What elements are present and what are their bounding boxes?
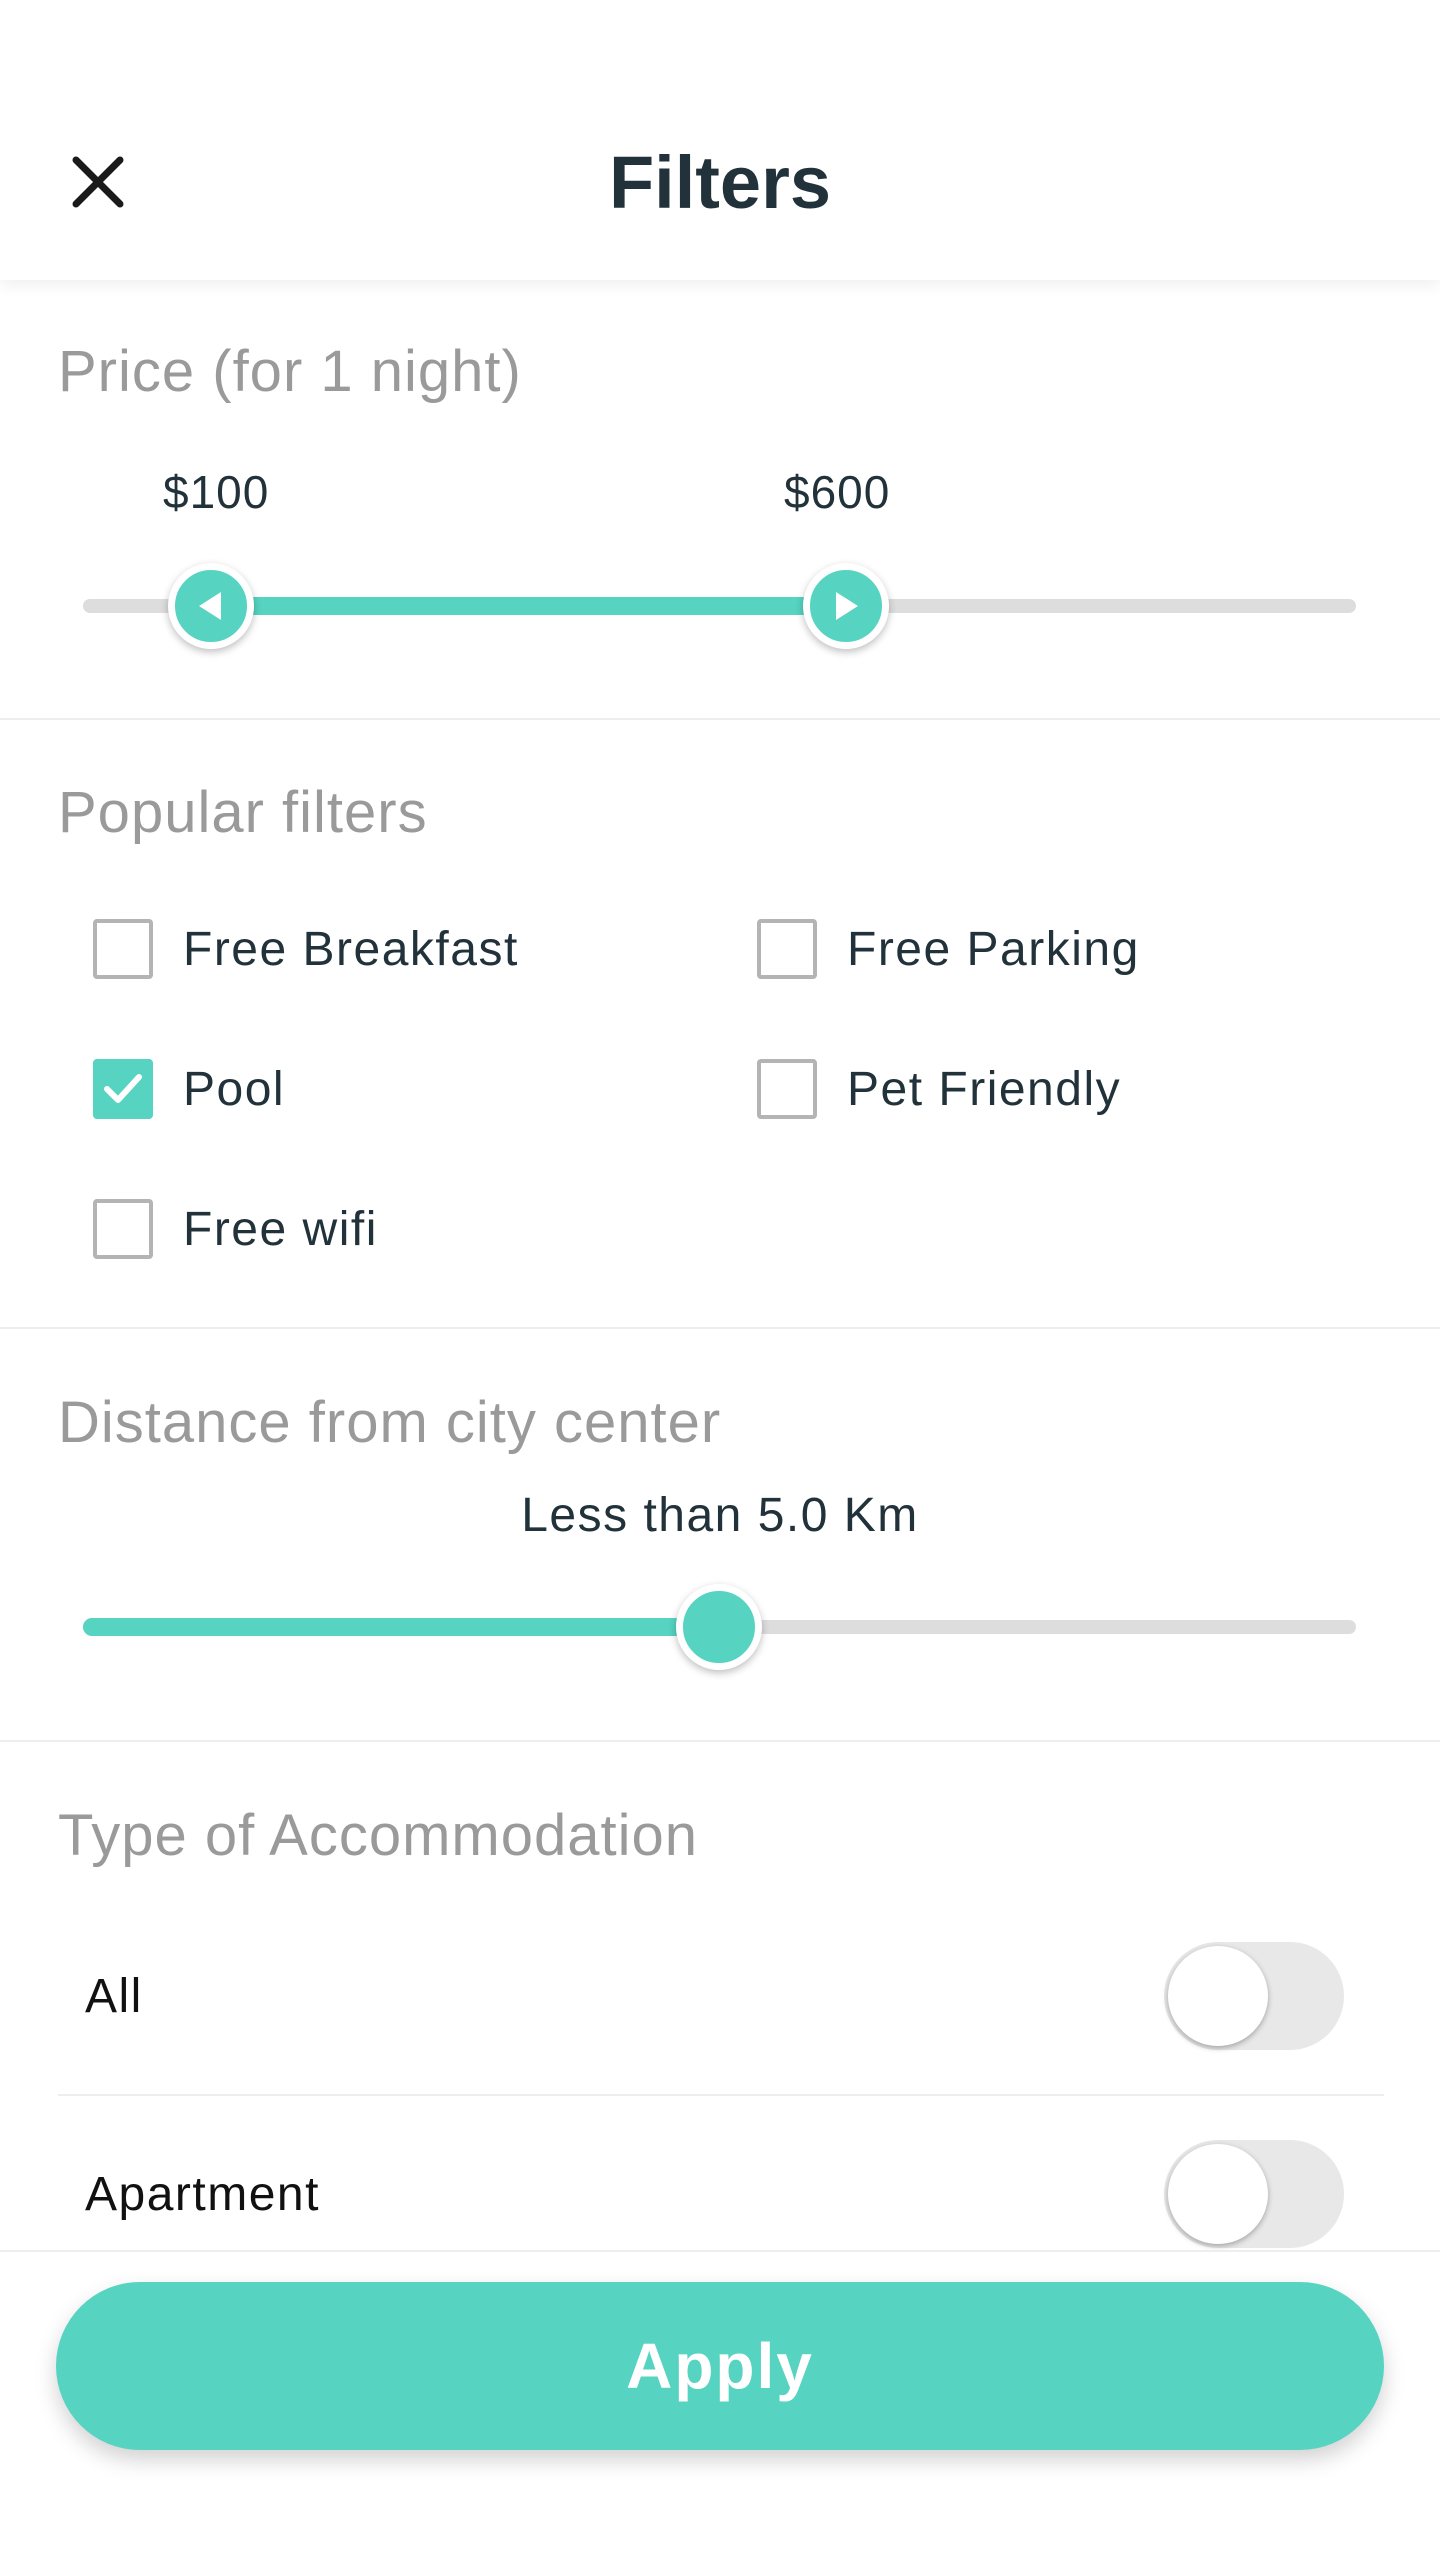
checkbox-pet-friendly[interactable]: Pet Friendly: [757, 1054, 1121, 1124]
checkbox-box[interactable]: [757, 1059, 817, 1119]
distance-section-title: Distance from city center: [58, 1390, 722, 1455]
checkbox-label: Free Parking: [847, 922, 1140, 976]
toggle-apartment[interactable]: [1164, 2140, 1344, 2248]
checkbox-box[interactable]: [93, 1059, 153, 1119]
apply-button[interactable]: Apply: [56, 2282, 1384, 2450]
triangle-right-icon: [836, 592, 858, 620]
checkbox-label: Pet Friendly: [847, 1062, 1122, 1116]
toggle-all[interactable]: [1164, 1942, 1344, 2050]
price-min-label: $100: [163, 466, 270, 518]
price-max-handle[interactable]: [803, 563, 889, 649]
accommodation-row-all: All: [58, 1898, 1384, 2094]
checkbox-free-parking[interactable]: Free Parking: [757, 914, 1140, 984]
checkbox-pool[interactable]: Pool: [93, 1054, 285, 1124]
accommodation-section-title: Type of Accommodation: [58, 1803, 698, 1868]
checkbox-label: Free wifi: [183, 1202, 378, 1256]
toggle-knob: [1168, 1946, 1268, 2046]
distance-value-label: Less than 5.0 Km: [521, 1489, 919, 1542]
header-bar: Filters: [0, 0, 1440, 280]
page-title: Filters: [608, 141, 832, 224]
price-max-label: $600: [784, 466, 891, 518]
price-slider-range: [211, 597, 846, 615]
distance-slider-handle[interactable]: [676, 1584, 762, 1670]
checkbox-box[interactable]: [93, 1199, 153, 1259]
distance-slider-fill: [83, 1618, 719, 1636]
checkbox-box[interactable]: [93, 919, 153, 979]
checkbox-free-wifi[interactable]: Free wifi: [93, 1194, 378, 1264]
section-divider: [0, 718, 1440, 720]
checkmark-icon: [104, 1074, 142, 1103]
section-divider: [0, 1740, 1440, 1742]
price-min-handle[interactable]: [168, 563, 254, 649]
checkbox-label: Pool: [183, 1062, 286, 1116]
checkbox-free-breakfast[interactable]: Free Breakfast: [93, 914, 519, 984]
toggle-label: Apartment: [85, 2167, 320, 2221]
triangle-left-icon: [199, 592, 221, 620]
checkbox-label: Free Breakfast: [183, 922, 519, 976]
toggle-knob: [1168, 2144, 1268, 2244]
footer-bar: Apply: [0, 2250, 1440, 2560]
filters-screen: Filters Price (for 1 night) $100 $600 Po…: [0, 0, 1440, 2560]
popular-section-title: Popular filters: [58, 780, 428, 845]
toggle-label: All: [85, 1969, 143, 2023]
price-section-title: Price (for 1 night): [58, 339, 522, 404]
checkbox-box[interactable]: [757, 919, 817, 979]
section-divider: [0, 1327, 1440, 1329]
